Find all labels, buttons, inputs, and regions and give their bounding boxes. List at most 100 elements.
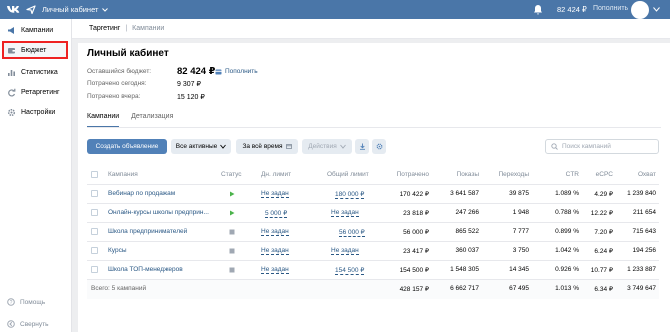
row-checkbox[interactable] [91, 190, 98, 197]
cabinet-dropdown[interactable]: Личный кабинет [42, 5, 109, 14]
campaign-name-link[interactable]: Школа ТОП-менеджеров [108, 266, 183, 273]
campaign-name-link[interactable]: Онлайн-курсы школы предприн... [108, 209, 209, 216]
clicks-value: 1 948 [512, 209, 529, 216]
col-clicks[interactable]: Переходы [487, 171, 530, 178]
avatar[interactable] [631, 1, 649, 19]
table-row: Онлайн-курсы школы предприн... 5 000 ₽ Н… [87, 204, 659, 223]
total-impressions: 6 662 717 [450, 285, 479, 292]
chart-icon [8, 69, 15, 76]
daily-limit-value[interactable]: Не задан [261, 266, 289, 274]
card-icon [215, 69, 222, 74]
vk-logo-icon[interactable] [6, 4, 20, 15]
tabs: Кампании Детализация [87, 113, 173, 128]
daily-limit-value[interactable]: Не задан [261, 247, 289, 255]
col-status[interactable]: Статус [221, 171, 242, 178]
bell-icon[interactable] [533, 4, 543, 15]
clicks-value: 14 345 [509, 266, 529, 273]
row-checkbox[interactable] [91, 228, 98, 235]
daily-limit-value[interactable]: Не задан [261, 190, 289, 198]
stop-icon[interactable] [229, 267, 235, 273]
spent-yesterday-label: Потрачено вчера: [87, 93, 141, 100]
menu-icon[interactable] [25, 4, 37, 15]
cabinet-label: Личный кабинет [42, 5, 99, 14]
collapse-label: Свернуть [20, 320, 49, 328]
total-ecpc: 6.34 ₽ [594, 286, 613, 293]
period-picker[interactable]: За всё время [236, 139, 298, 154]
calendar-icon [285, 144, 292, 149]
table-header: Кампания Статус Дн. лимит Общий лимит По… [87, 166, 659, 185]
sidebar-item-budget[interactable]: Бюджет [2, 41, 68, 59]
gear-icon [7, 108, 16, 116]
sidebar-item-settings[interactable]: Настройки [0, 103, 72, 121]
play-icon[interactable] [229, 191, 235, 197]
collapse-link[interactable]: Свернуть [7, 320, 49, 328]
total-limit-value[interactable]: 56 000 ₽ [339, 228, 365, 237]
ecpc-value: 6.24 ₽ [594, 248, 613, 255]
sidebar: Кампании Бюджет Статистика Ретаргетинг Н… [0, 19, 72, 332]
spent-value: 23 417 ₽ [403, 248, 429, 255]
settings-button[interactable] [372, 139, 386, 154]
daily-limit-value[interactable]: Не задан [261, 228, 289, 236]
stop-icon[interactable] [229, 248, 235, 254]
col-spent[interactable]: Потрачено [387, 171, 429, 178]
play-icon[interactable] [229, 210, 235, 216]
spent-value: 23 818 ₽ [403, 210, 429, 217]
search-input[interactable]: Поиск кампаний [545, 139, 659, 154]
campaign-name-link[interactable]: Школа предпринимателей [108, 228, 187, 235]
reach-value: 194 256 [632, 247, 657, 254]
sidebar-item-retargeting[interactable]: Ретаргетинг [0, 83, 72, 101]
row-checkbox[interactable] [91, 209, 98, 216]
chevron-down-icon[interactable] [653, 7, 660, 12]
row-checkbox[interactable] [91, 266, 98, 273]
topup-link[interactable]: Пополнить [215, 68, 258, 75]
impressions-value: 1 548 305 [450, 266, 479, 273]
reach-value: 1 239 840 [627, 190, 656, 197]
ctr-value: 1.089 % [555, 190, 579, 197]
col-ctr[interactable]: CTR [537, 171, 579, 178]
total-limit-value[interactable]: 180 000 ₽ [335, 190, 365, 199]
search-placeholder: Поиск кампаний [562, 143, 611, 150]
col-total-limit[interactable]: Общий лимит [327, 171, 369, 178]
campaign-name-link[interactable]: Курсы [108, 247, 127, 254]
top-bar: Личный кабинет 82 424 ₽ Пополнить [0, 0, 670, 19]
campaign-name-link[interactable]: Вебинар по продажам [108, 190, 175, 197]
breadcrumb-separator: | [125, 25, 128, 32]
total-limit-value[interactable]: Не задан [331, 209, 359, 217]
table-row: Школа ТОП-менеджеров Не задан 154 500 ₽ … [87, 261, 659, 280]
col-daily-limit[interactable]: Дн. лимит [261, 171, 291, 178]
stop-icon[interactable] [229, 229, 235, 235]
status-filter-dropdown[interactable]: Все активные [171, 139, 231, 154]
sidebar-item-statistics[interactable]: Статистика [0, 63, 72, 81]
status-filter-label: Все активные [175, 143, 218, 150]
tab-campaigns[interactable]: Кампании [87, 113, 120, 128]
chevron-down-icon [339, 144, 346, 149]
ecpc-value: 4.29 ₽ [594, 191, 613, 198]
daily-limit-value[interactable]: 5 000 ₽ [265, 209, 288, 218]
header-balance: 82 424 ₽ [557, 5, 587, 14]
col-ecpc[interactable]: eCPC [579, 171, 613, 178]
col-impressions[interactable]: Показы [437, 171, 479, 178]
help-link[interactable]: ? Помощь [7, 298, 45, 306]
sidebar-item-campaigns[interactable]: Кампании [0, 21, 72, 39]
table-row: Школа предпринимателей Не задан 56 000 ₽… [87, 223, 659, 242]
total-limit-value[interactable]: Не задан [331, 247, 359, 255]
tab-details[interactable]: Детализация [131, 113, 173, 128]
spent-value: 154 500 ₽ [399, 267, 429, 274]
breadcrumb-root[interactable]: Таргетинг [89, 25, 120, 32]
col-reach[interactable]: Охват [617, 171, 656, 178]
header-topup-link[interactable]: Пополнить [593, 5, 628, 12]
export-button[interactable] [355, 139, 369, 154]
col-campaign[interactable]: Кампания [108, 171, 138, 178]
page-title: Личный кабинет [87, 48, 169, 59]
total-campaigns-label: Всего: 5 кампаний [91, 285, 147, 292]
row-checkbox[interactable] [91, 247, 98, 254]
sidebar-item-label: Кампании [21, 26, 54, 34]
total-reach: 3 749 647 [627, 285, 656, 292]
total-ctr: 1.013 % [555, 285, 579, 292]
total-limit-value[interactable]: 154 500 ₽ [335, 266, 365, 275]
select-all-checkbox[interactable] [91, 171, 98, 178]
create-ad-button[interactable]: Создать объявление [87, 139, 167, 154]
actions-dropdown[interactable]: Действия [302, 139, 352, 154]
reach-value: 715 643 [632, 228, 657, 235]
spent-yesterday-value: 15 120 ₽ [177, 94, 205, 101]
